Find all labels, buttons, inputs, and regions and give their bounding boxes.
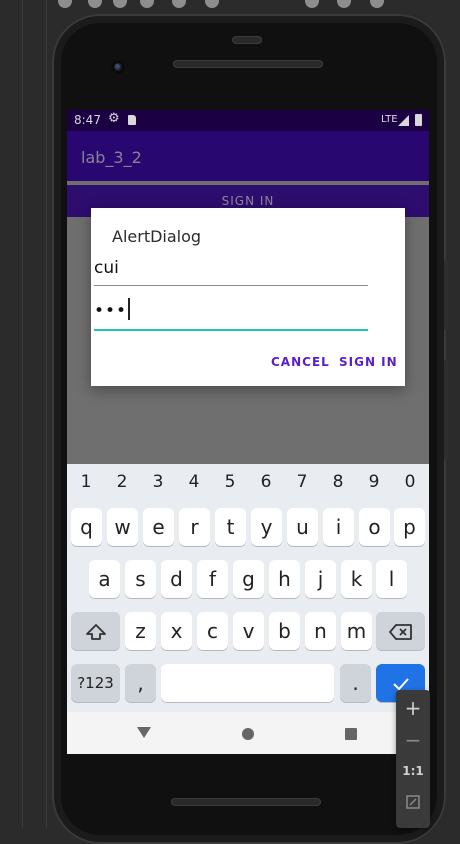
key-number[interactable]: 8 bbox=[320, 472, 356, 492]
toolbar-icon[interactable] bbox=[113, 0, 127, 8]
status-time: 8:47 bbox=[74, 113, 101, 127]
password-value: ••• bbox=[94, 301, 128, 321]
battery-icon bbox=[415, 114, 422, 126]
volume-button[interactable] bbox=[444, 260, 448, 330]
key-letter[interactable]: a bbox=[89, 560, 120, 598]
key-number[interactable]: 4 bbox=[176, 472, 212, 492]
home-icon[interactable] bbox=[242, 728, 254, 740]
divider bbox=[22, 0, 23, 828]
status-bar: 8:47 ⚙ LTE bbox=[67, 110, 429, 131]
shift-icon bbox=[85, 624, 106, 640]
username-field[interactable]: cui bbox=[94, 258, 368, 286]
divider bbox=[46, 0, 47, 828]
key-letter[interactable]: m bbox=[341, 612, 372, 650]
toolbar-icon[interactable] bbox=[370, 0, 384, 8]
key-number[interactable]: 1 bbox=[68, 472, 104, 492]
app-title: lab_3_2 bbox=[81, 148, 142, 167]
key-letter[interactable]: p bbox=[394, 508, 425, 546]
backspace-icon bbox=[388, 624, 412, 640]
sd-card-icon bbox=[128, 115, 136, 125]
cancel-button[interactable]: CANCEL bbox=[271, 355, 330, 369]
key-number[interactable]: 2 bbox=[104, 472, 140, 492]
key-letter[interactable]: x bbox=[161, 612, 192, 650]
toolbar-icon[interactable] bbox=[337, 0, 351, 8]
key-letter[interactable]: n bbox=[305, 612, 336, 650]
signal-icon bbox=[398, 115, 409, 126]
zoom-in-button[interactable]: + bbox=[396, 696, 430, 720]
key-number[interactable]: 3 bbox=[140, 472, 176, 492]
toolbar-icon[interactable] bbox=[205, 0, 219, 8]
soft-keyboard: 1 2 3 4 5 6 7 8 9 0 q w e r t y u i o p … bbox=[67, 464, 429, 712]
space-key[interactable] bbox=[161, 664, 334, 702]
backspace-key[interactable] bbox=[376, 612, 425, 650]
key-letter[interactable]: h bbox=[269, 560, 300, 598]
bottom-speaker bbox=[171, 798, 321, 806]
emulator-toolbar bbox=[0, 0, 460, 10]
zoom-reset-button[interactable]: 1:1 bbox=[396, 764, 430, 778]
top-speaker bbox=[173, 60, 323, 68]
recents-icon[interactable] bbox=[345, 728, 357, 740]
toolbar-icon[interactable] bbox=[140, 0, 154, 8]
key-letter[interactable]: d bbox=[161, 560, 192, 598]
toolbar-icon[interactable] bbox=[305, 0, 319, 8]
key-letter[interactable]: f bbox=[197, 560, 228, 598]
key-letter[interactable]: t bbox=[215, 508, 246, 546]
dialog-sign-in-button[interactable]: SIGN IN bbox=[339, 355, 398, 369]
power-button[interactable] bbox=[444, 360, 448, 460]
key-number[interactable]: 0 bbox=[392, 472, 428, 492]
key-number[interactable]: 6 bbox=[248, 472, 284, 492]
key-number[interactable]: 9 bbox=[356, 472, 392, 492]
key-letter[interactable]: j bbox=[305, 560, 336, 598]
emulator-zoom-panel: + − 1:1 bbox=[396, 690, 430, 828]
settings-icon: ⚙ bbox=[108, 111, 120, 126]
key-letter[interactable]: u bbox=[287, 508, 318, 546]
key-letter[interactable]: e bbox=[143, 508, 174, 546]
toolbar-icon[interactable] bbox=[88, 0, 102, 8]
key-letter[interactable]: c bbox=[197, 612, 228, 650]
toolbar-icon[interactable] bbox=[58, 0, 72, 8]
navigation-bar bbox=[67, 712, 429, 754]
key-letter[interactable]: s bbox=[125, 560, 156, 598]
key-letter[interactable]: g bbox=[233, 560, 264, 598]
back-icon[interactable] bbox=[137, 727, 151, 738]
password-field[interactable]: ••• bbox=[94, 298, 368, 331]
toolbar-icon[interactable] bbox=[172, 0, 186, 8]
key-letter[interactable]: y bbox=[251, 508, 282, 546]
key-letter[interactable]: q bbox=[71, 508, 102, 546]
shift-key[interactable] bbox=[71, 612, 120, 650]
number-row: 1 2 3 4 5 6 7 8 9 0 bbox=[67, 472, 429, 496]
zoom-out-button[interactable]: − bbox=[396, 728, 430, 752]
text-cursor bbox=[128, 298, 131, 320]
fit-screen-icon[interactable] bbox=[396, 794, 430, 814]
key-letter[interactable]: i bbox=[323, 508, 354, 546]
earpiece bbox=[232, 36, 262, 44]
key-letter[interactable]: z bbox=[125, 612, 156, 650]
key-letter[interactable]: b bbox=[269, 612, 300, 650]
key-letter[interactable]: w bbox=[107, 508, 138, 546]
alert-dialog: AlertDialog cui ••• CANCEL SIGN IN bbox=[91, 208, 405, 386]
front-camera bbox=[111, 60, 125, 74]
network-type: LTE bbox=[381, 114, 398, 125]
device-screen: 8:47 ⚙ LTE lab_3_2 SIGN IN AlertDialog c… bbox=[67, 110, 429, 754]
key-letter[interactable]: l bbox=[376, 560, 407, 598]
key-letter[interactable]: k bbox=[341, 560, 372, 598]
dialog-title: AlertDialog bbox=[112, 227, 202, 246]
app-bar: lab_3_2 bbox=[67, 131, 429, 181]
comma-key[interactable]: , bbox=[125, 664, 156, 702]
key-letter[interactable]: o bbox=[359, 508, 390, 546]
key-letter[interactable]: v bbox=[233, 612, 264, 650]
key-number[interactable]: 5 bbox=[212, 472, 248, 492]
key-number[interactable]: 7 bbox=[284, 472, 320, 492]
key-letter[interactable]: r bbox=[179, 508, 210, 546]
symbols-key[interactable]: ?123 bbox=[71, 664, 120, 702]
period-key[interactable]: . bbox=[340, 664, 371, 702]
